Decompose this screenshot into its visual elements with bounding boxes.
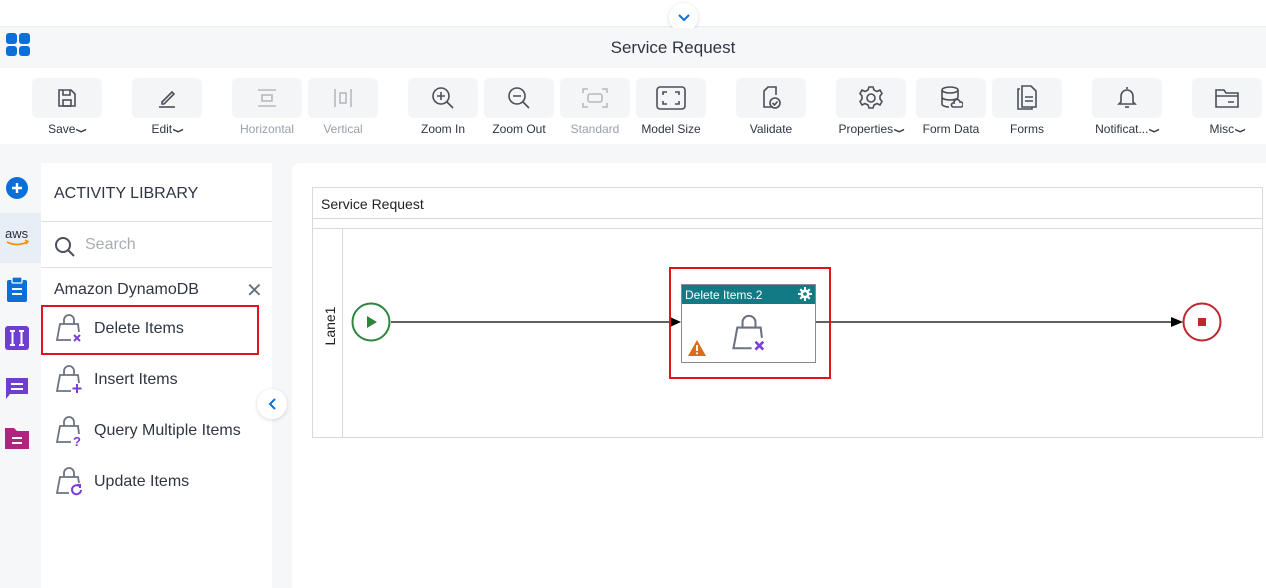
chevron-down-icon: ❯ xyxy=(893,127,905,134)
vertical-icon xyxy=(334,89,352,107)
chevron-down-icon: ❯ xyxy=(76,127,88,134)
selected-item-highlight xyxy=(41,305,259,355)
category-title: Amazon DynamoDB xyxy=(54,281,199,298)
bell-icon xyxy=(1117,87,1137,108)
chevron-down-icon: ❯ xyxy=(1234,127,1246,134)
notifications-button[interactable]: Notificat...❯ xyxy=(1092,78,1162,136)
page-title: Service Request xyxy=(610,38,736,57)
toolbar: Save❯ Edit❯ Horizontal Vertical Zoom In … xyxy=(0,68,1266,144)
update-items-icon xyxy=(55,467,82,496)
rail-add-button[interactable] xyxy=(4,175,30,201)
chevron-down-icon: ❯ xyxy=(1149,127,1161,134)
chevron-down-icon xyxy=(677,13,690,21)
library-item-insert-items[interactable]: Insert Items xyxy=(41,356,259,407)
form-data-button[interactable]: Form Data xyxy=(916,78,986,136)
variable-icon xyxy=(5,326,29,350)
activity-library-panel: ACTIVITY LIBRARY Amazon DynamoDB ✕ Delet… xyxy=(41,163,272,588)
model-size-icon xyxy=(656,86,686,110)
gear-icon[interactable] xyxy=(798,287,812,301)
zoom-out-button[interactable]: Zoom Out xyxy=(484,78,554,136)
validate-icon xyxy=(763,86,781,109)
chat-icon xyxy=(6,378,28,399)
horizontal-button[interactable]: Horizontal xyxy=(232,78,302,136)
misc-button[interactable]: Misc❯ xyxy=(1192,78,1262,136)
vertical-button[interactable]: Vertical xyxy=(308,78,378,136)
rail-clipboard-button[interactable] xyxy=(4,276,30,302)
library-item-query-multiple-items[interactable]: ? Query Multiple Items xyxy=(41,407,259,458)
delete-items-icon xyxy=(732,314,765,351)
lane-label: Lane1 xyxy=(322,306,338,346)
rail-chat-button[interactable] xyxy=(4,375,30,401)
clipboard-icon xyxy=(7,276,27,302)
model-size-button[interactable]: Model Size xyxy=(636,78,706,136)
horizontal-icon xyxy=(258,89,276,107)
forms-icon xyxy=(1017,85,1037,110)
divider xyxy=(313,228,1262,229)
aws-icon: aws xyxy=(5,226,30,246)
library-title: ACTIVITY LIBRARY xyxy=(54,185,199,202)
database-icon xyxy=(941,86,963,108)
forms-button[interactable]: Forms xyxy=(992,78,1062,136)
search-input[interactable] xyxy=(85,236,255,254)
top-strip xyxy=(0,0,1266,27)
svg-text:?: ? xyxy=(73,434,81,448)
delete-items-task[interactable]: Delete Items.2 xyxy=(681,284,816,363)
divider xyxy=(313,218,1262,219)
library-item-update-items[interactable]: Update Items xyxy=(41,458,259,509)
save-icon xyxy=(58,89,76,107)
task-header: Delete Items.2 xyxy=(682,285,815,304)
folder-icon xyxy=(1215,89,1239,108)
insert-items-icon xyxy=(55,365,82,393)
standard-icon xyxy=(582,88,608,108)
zoom-out-icon xyxy=(508,87,530,109)
edit-icon xyxy=(159,90,176,108)
folder-doc-icon xyxy=(5,428,29,449)
chevron-left-icon xyxy=(268,398,276,410)
edit-button[interactable]: Edit❯ xyxy=(132,78,202,136)
divider xyxy=(41,221,272,222)
divider xyxy=(41,267,272,268)
zoom-in-button[interactable]: Zoom In xyxy=(408,78,478,136)
search-icon xyxy=(55,237,75,257)
svg-text:aws: aws xyxy=(5,226,29,241)
validate-button[interactable]: Validate xyxy=(736,78,806,136)
pool-title: Service Request xyxy=(321,196,424,212)
collapse-library-button[interactable] xyxy=(257,389,287,419)
zoom-in-icon xyxy=(432,87,454,109)
lane-divider xyxy=(342,229,343,437)
query-items-icon: ? xyxy=(55,416,81,448)
properties-button[interactable]: Properties❯ xyxy=(836,78,906,136)
close-icon[interactable]: ✕ xyxy=(246,281,263,301)
rail-variables-button[interactable] xyxy=(4,325,30,351)
save-button[interactable]: Save❯ xyxy=(32,78,102,136)
rail-folder-button[interactable] xyxy=(4,425,30,451)
standard-button[interactable]: Standard xyxy=(560,78,630,136)
chevron-down-icon: ❯ xyxy=(172,127,184,134)
add-icon xyxy=(6,177,28,199)
warning-icon[interactable] xyxy=(688,340,706,356)
rail-aws-button[interactable]: aws xyxy=(3,224,33,250)
task-title: Delete Items.2 xyxy=(685,288,763,302)
gear-icon xyxy=(859,86,883,109)
